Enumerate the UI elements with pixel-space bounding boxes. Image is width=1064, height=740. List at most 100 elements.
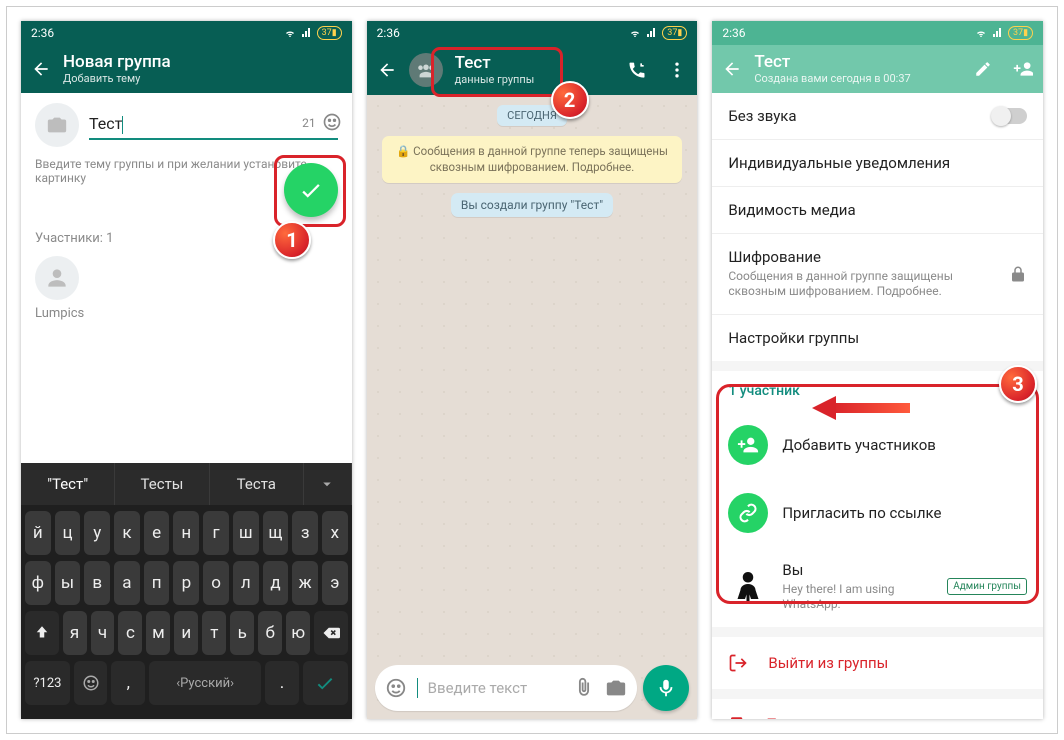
chat-area[interactable]: СЕГОДНЯ 🔒 Сообщения в данной группе тепе… (367, 95, 698, 719)
space-key[interactable]: ‹ Русский › (149, 661, 261, 705)
encryption-notice[interactable]: 🔒 Сообщения в данной группе теперь защищ… (382, 136, 682, 183)
signal-icon (301, 27, 313, 39)
key-л[interactable]: л (233, 561, 259, 605)
key-й[interactable]: й (25, 511, 51, 555)
annotation-arrow (812, 394, 912, 420)
step-badge-1: 1 (273, 221, 311, 259)
add-member-icon[interactable] (1013, 59, 1033, 79)
key-б[interactable]: б (258, 611, 282, 655)
key-щ[interactable]: щ (263, 511, 289, 555)
person-icon (44, 265, 70, 291)
exit-group-row[interactable]: Выйти из группы (712, 637, 1043, 689)
encryption-row[interactable]: Шифрование Сообщения в данной группе защ… (712, 233, 1043, 314)
status-time: 2:36 (31, 26, 54, 40)
key-я[interactable]: я (63, 611, 87, 655)
battery-icon: 37▮ (317, 26, 342, 40)
key-т[interactable]: т (202, 611, 226, 655)
key-а[interactable]: а (114, 561, 140, 605)
lock-icon (1009, 265, 1027, 283)
comma-key[interactable]: , (111, 661, 145, 705)
key-н[interactable]: н (173, 511, 199, 555)
mute-row[interactable]: Без звука (712, 93, 1043, 139)
group-settings-row[interactable]: Настройки группы (712, 314, 1043, 361)
key-ш[interactable]: ш (233, 511, 259, 555)
status-time: 2:36 (377, 26, 400, 40)
camera-icon[interactable] (605, 677, 627, 699)
status-bar: 2:36 37▮ (712, 21, 1043, 45)
voice-button[interactable] (643, 665, 689, 711)
step-badge-3: 3 (999, 365, 1037, 403)
key-п[interactable]: п (144, 561, 170, 605)
emoji-key[interactable] (74, 661, 108, 705)
wifi-icon (628, 27, 642, 39)
participant-avatar[interactable] (35, 256, 79, 300)
wifi-icon (283, 27, 297, 39)
key-м[interactable]: м (146, 611, 170, 655)
group-info-toolbar: Тест Создана вами сегодня в 00:37 (712, 45, 1043, 93)
camera-icon (46, 114, 68, 136)
signal-icon (646, 27, 658, 39)
mute-toggle[interactable] (993, 108, 1027, 124)
status-bar: 2:36 37▮ (21, 21, 352, 45)
key-к[interactable]: к (114, 511, 140, 555)
key-э[interactable]: э (322, 561, 348, 605)
emoji-icon[interactable] (385, 677, 407, 699)
backspace-key[interactable] (314, 611, 348, 655)
back-icon[interactable] (31, 59, 51, 79)
battery-icon: 37▮ (1008, 26, 1033, 40)
report-group-row[interactable]: Пожаловаться на группу (712, 699, 1043, 719)
step-badge-2: 2 (551, 81, 589, 119)
call-icon[interactable] (627, 60, 647, 80)
annotation-frame (431, 47, 563, 97)
attach-icon[interactable] (573, 677, 595, 699)
hide-keyboard-icon[interactable] (304, 463, 352, 505)
edit-icon[interactable] (973, 59, 993, 79)
suggestion[interactable]: Тесты (115, 463, 209, 505)
key-ч[interactable]: ч (91, 611, 115, 655)
group-photo-picker[interactable] (35, 103, 79, 147)
back-icon[interactable] (722, 59, 742, 79)
key-ц[interactable]: ц (55, 511, 81, 555)
group-created: Создана вами сегодня в 00:37 (754, 72, 910, 85)
symbols-key[interactable]: ?123 (25, 661, 70, 705)
key-ж[interactable]: ж (292, 561, 318, 605)
key-х[interactable]: х (322, 511, 348, 555)
suggestion[interactable]: Теста (210, 463, 304, 505)
status-time: 2:36 (722, 26, 745, 40)
key-с[interactable]: с (118, 611, 142, 655)
shift-key[interactable] (25, 611, 59, 655)
key-ю[interactable]: ю (286, 611, 310, 655)
mic-icon (655, 677, 677, 699)
emoji-icon[interactable] (322, 112, 342, 132)
toolbar-subtitle: Добавить тему (63, 72, 171, 85)
suggestion[interactable]: "Тест" (21, 463, 115, 505)
more-icon[interactable] (667, 60, 687, 80)
group-subject-input[interactable]: Тест (89, 110, 338, 140)
status-bar: 2:36 37▮ (367, 21, 698, 45)
key-и[interactable]: и (174, 611, 198, 655)
key-з[interactable]: з (292, 511, 318, 555)
key-в[interactable]: в (84, 561, 110, 605)
key-у[interactable]: у (84, 511, 110, 555)
key-д[interactable]: д (263, 561, 289, 605)
key-г[interactable]: г (203, 511, 229, 555)
key-ф[interactable]: ф (25, 561, 51, 605)
key-р[interactable]: р (173, 561, 199, 605)
thumbs-down-icon (728, 715, 746, 719)
media-visibility-row[interactable]: Видимость медиа (712, 186, 1043, 233)
key-ь[interactable]: ь (230, 611, 254, 655)
key-о[interactable]: о (203, 561, 229, 605)
custom-notifications-row[interactable]: Индивидуальные уведомления (712, 139, 1043, 186)
enter-key[interactable] (303, 661, 348, 705)
message-composer[interactable]: Введите текст (375, 665, 638, 711)
participant-name: Lumpics (35, 306, 338, 321)
toolbar-title: Новая группа (63, 53, 171, 72)
key-ы[interactable]: ы (55, 561, 81, 605)
toolbar: Новая группа Добавить тему (21, 45, 352, 93)
period-key[interactable]: . (265, 661, 299, 705)
wifi-icon (974, 27, 988, 39)
keyboard: йцукенгшщзх фывапролджэ ячсмитьбю ?123 ,… (21, 505, 352, 719)
keyboard-suggestions: "Тест" Тесты Теста (21, 463, 352, 505)
back-icon[interactable] (377, 60, 397, 80)
key-е[interactable]: е (144, 511, 170, 555)
